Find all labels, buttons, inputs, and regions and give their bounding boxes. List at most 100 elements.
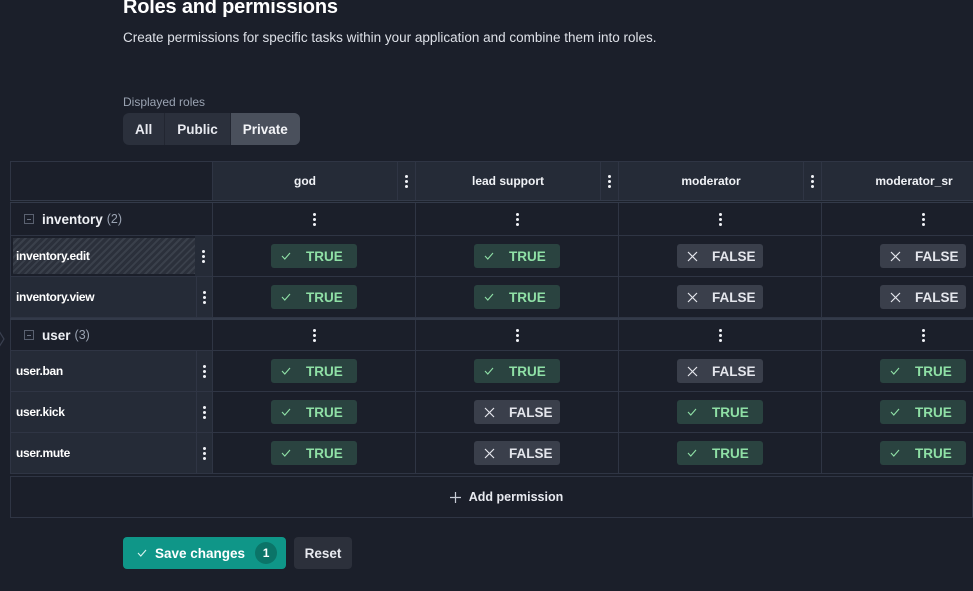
group-role-menu-button[interactable] [213, 203, 416, 235]
kebab-icon [203, 364, 206, 378]
chevron-right-icon[interactable] [0, 330, 6, 348]
role-menu-button[interactable] [397, 162, 415, 200]
save-changes-button[interactable]: Save changes 1 [123, 537, 286, 569]
check-icon [281, 367, 291, 375]
add-permission-button[interactable]: Add permission [420, 490, 563, 504]
permission-menu-button[interactable] [197, 351, 212, 391]
permission-name[interactable]: user.kick [11, 392, 197, 432]
collapse-icon[interactable] [24, 214, 34, 224]
permission-toggle-true[interactable]: TRUE [271, 285, 357, 309]
permission-toggle-false[interactable]: FALSE [474, 441, 560, 465]
group-role-menu-button[interactable] [822, 320, 973, 350]
add-permission-row: Add permission [10, 476, 973, 518]
group-role-menu-button[interactable] [213, 320, 416, 350]
permission-toggle-false[interactable]: FALSE [677, 244, 763, 268]
permission-toggle-true[interactable]: TRUE [677, 400, 763, 424]
role-name: god [294, 174, 316, 188]
permission-toggle-false[interactable]: FALSE [880, 244, 966, 268]
permission-value: FALSE [915, 248, 959, 264]
kebab-icon [203, 405, 206, 419]
permission-value: FALSE [915, 289, 959, 305]
check-icon [687, 449, 697, 457]
permission-name-cell: inventory.view [10, 277, 213, 317]
group-role-menu-button[interactable] [619, 203, 822, 235]
permission-value: TRUE [509, 363, 546, 379]
x-icon [687, 251, 698, 261]
permission-row: inventory.edit TRUE TRUE FALSE FALSE [10, 236, 973, 277]
permission-toggle-true[interactable]: TRUE [677, 441, 763, 465]
check-icon [890, 408, 900, 416]
permission-name-cell: user.mute [10, 433, 213, 473]
permission-toggle-false[interactable]: FALSE [880, 285, 966, 309]
reset-button[interactable]: Reset [294, 537, 352, 569]
permission-toggle-true[interactable]: TRUE [474, 244, 560, 268]
permission-name[interactable]: inventory.view [11, 277, 197, 317]
permission-value: FALSE [509, 404, 553, 420]
filter-private-button[interactable]: Private [230, 113, 300, 145]
permission-row: user.mute TRUE FALSE TRUE TRUE [10, 433, 973, 474]
group-role-menu-button[interactable] [619, 320, 822, 350]
role-header-moderator-sr: moderator_sr [822, 162, 973, 200]
permission-menu-button[interactable] [197, 433, 212, 473]
permission-name[interactable]: user.mute [11, 433, 197, 473]
filter-all-button[interactable]: All [123, 113, 166, 145]
permission-toggle-true[interactable]: TRUE [474, 359, 560, 383]
role-menu-button[interactable] [803, 162, 821, 200]
permission-toggle-true[interactable]: TRUE [271, 244, 357, 268]
permission-name[interactable]: user.ban [11, 351, 197, 391]
kebab-icon [405, 174, 408, 188]
group-row: user (3) [10, 318, 973, 351]
permission-toggle-false[interactable]: FALSE [474, 400, 560, 424]
collapse-icon[interactable] [24, 330, 34, 340]
add-permission-label: Add permission [468, 490, 564, 504]
permission-value-cell: FALSE [822, 236, 973, 276]
role-name: lead support [471, 174, 544, 188]
group-role-menu-button[interactable] [416, 320, 619, 350]
permission-toggle-true[interactable]: TRUE [880, 400, 966, 424]
permission-name[interactable]: inventory.edit [13, 238, 195, 274]
check-icon [484, 293, 494, 301]
permission-value-cell: TRUE [213, 351, 416, 391]
permission-menu-button[interactable] [197, 277, 212, 317]
page-subtitle: Create permissions for specific tasks wi… [123, 30, 657, 45]
kebab-icon [811, 174, 814, 188]
permission-toggle-true[interactable]: TRUE [474, 285, 560, 309]
permission-toggle-false[interactable]: FALSE [677, 359, 763, 383]
group-role-menu-button[interactable] [416, 203, 619, 235]
kebab-icon [515, 328, 519, 342]
role-header-god: god [213, 162, 416, 200]
group-name-cell: user (3) [10, 320, 213, 350]
permission-value-cell: TRUE [822, 351, 973, 391]
kebab-icon [921, 212, 925, 226]
permission-toggle-true[interactable]: TRUE [271, 400, 357, 424]
permission-row: user.kick TRUE FALSE TRUE TRUE [10, 392, 973, 433]
displayed-roles-label: Displayed roles [123, 95, 206, 109]
kebab-icon [203, 446, 206, 460]
permission-menu-button[interactable] [197, 392, 212, 432]
permission-value: TRUE [915, 404, 952, 420]
permission-value: FALSE [712, 248, 756, 264]
permission-toggle-false[interactable]: FALSE [677, 285, 763, 309]
displayed-roles-filter: All Public Private [123, 113, 300, 145]
permission-value-cell: FALSE [619, 277, 822, 317]
group-role-menu-button[interactable] [822, 203, 973, 235]
permission-value: TRUE [306, 404, 343, 420]
check-icon [281, 449, 291, 457]
permission-toggle-true[interactable]: TRUE [880, 441, 966, 465]
x-icon [687, 292, 698, 302]
permission-value-cell: TRUE [822, 392, 973, 432]
permission-value-cell: TRUE [213, 236, 416, 276]
group-name: inventory [42, 211, 103, 227]
check-icon [281, 293, 291, 301]
pending-changes-count: 1 [255, 542, 278, 564]
permission-toggle-true[interactable]: TRUE [271, 441, 357, 465]
permission-toggle-true[interactable]: TRUE [880, 359, 966, 383]
permission-toggle-true[interactable]: TRUE [271, 359, 357, 383]
permission-value-cell: TRUE [416, 351, 619, 391]
permission-menu-button[interactable] [195, 236, 212, 276]
kebab-icon [203, 290, 206, 304]
role-menu-button[interactable] [600, 162, 618, 200]
permission-value: TRUE [915, 363, 952, 379]
permission-value-cell: TRUE [619, 392, 822, 432]
filter-public-button[interactable]: Public [165, 113, 231, 145]
